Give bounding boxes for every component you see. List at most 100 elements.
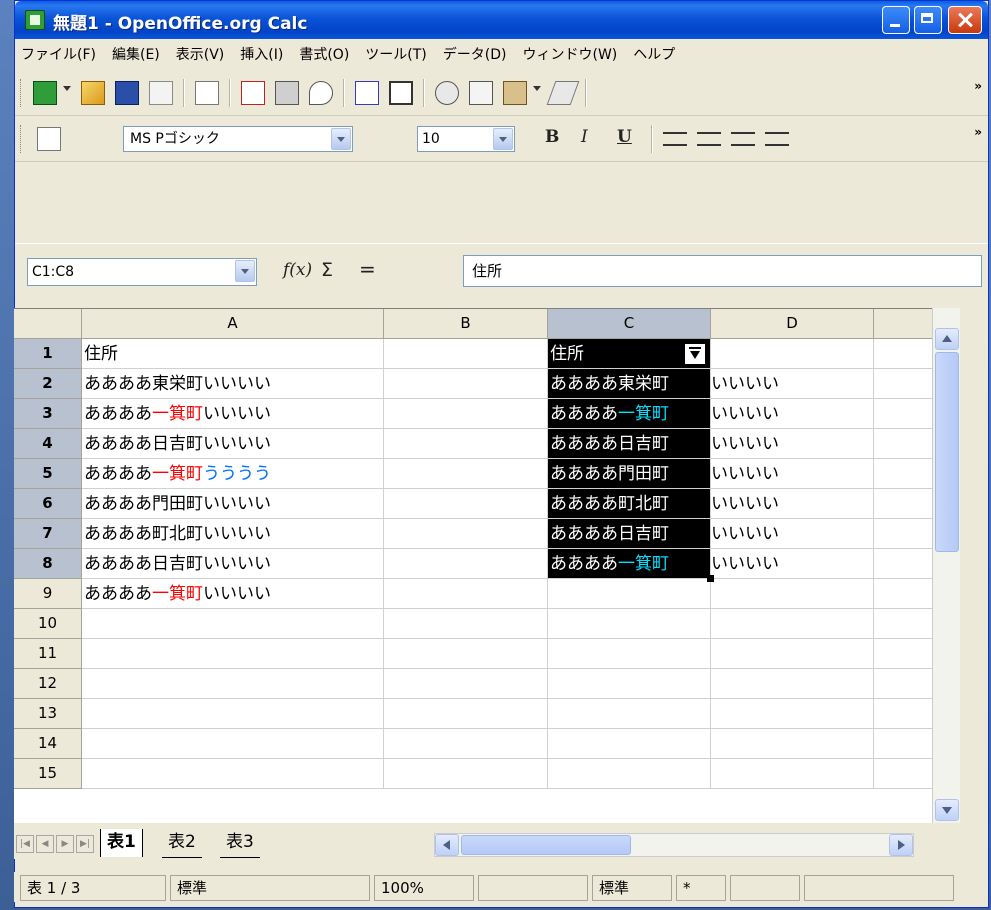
cell-d4[interactable] [711, 429, 874, 459]
cell-a7[interactable]: ああああ町北町いいいい [82, 519, 384, 549]
cell-e11[interactable] [874, 639, 932, 669]
cell-e13[interactable] [874, 699, 932, 729]
cell-c5[interactable]: ああああ門田町 いいいい [548, 459, 779, 489]
cell-e2[interactable] [874, 369, 932, 399]
cell-c14[interactable] [548, 729, 711, 759]
row-header-6[interactable]: 6 [14, 489, 82, 519]
cell-e6[interactable] [874, 489, 932, 519]
cell-b6[interactable] [384, 489, 548, 519]
row-header-9[interactable]: 9 [14, 579, 82, 609]
cell-a10[interactable] [82, 609, 384, 639]
row-header-8[interactable]: 8 [14, 549, 82, 579]
cell-e3[interactable] [874, 399, 932, 429]
scroll-down-button[interactable] [935, 799, 959, 821]
row-header-10[interactable]: 10 [14, 609, 82, 639]
menu-help[interactable]: ヘルプ [625, 39, 683, 71]
copy-icon[interactable] [469, 81, 493, 105]
cell-e4[interactable] [874, 429, 932, 459]
status-zoom[interactable]: 100% [374, 875, 474, 901]
status-insert-mode[interactable]: 標準 [592, 875, 672, 901]
cell-c15[interactable] [548, 759, 711, 789]
autofilter-dropdown-icon[interactable] [684, 343, 706, 365]
edit-file-icon[interactable] [195, 81, 219, 105]
column-header-b[interactable]: B [384, 309, 548, 339]
prev-sheet-button[interactable]: ◀ [36, 835, 54, 853]
cell-a3[interactable]: ああああ一箕町いいいい [82, 399, 384, 429]
menu-insert[interactable]: 挿入(I) [232, 39, 291, 71]
cell-c9[interactable] [548, 579, 711, 609]
row-header-5[interactable]: 5 [14, 459, 82, 489]
paste-dropdown-arrow[interactable] [533, 86, 541, 91]
maximize-button[interactable] [914, 6, 942, 34]
underline-button[interactable]: U [617, 127, 632, 147]
toolbar-grip[interactable] [20, 125, 24, 153]
email-icon[interactable] [149, 81, 173, 105]
first-sheet-button[interactable]: |◀ [16, 835, 34, 853]
cell-e1[interactable] [874, 339, 932, 369]
menu-file[interactable]: ファイル(F) [15, 39, 104, 71]
fill-handle[interactable] [707, 575, 714, 582]
cell-d5[interactable] [711, 459, 874, 489]
paste-icon[interactable] [503, 81, 527, 105]
cell-c10[interactable] [548, 609, 711, 639]
spreadsheet-grid[interactable]: ABCD 1 2 3 4 5 6 7 8 9 10 11 12 13 14 15 住所 住所 ああああ東栄町いい… [14, 308, 932, 824]
cell-e10[interactable] [874, 609, 932, 639]
horizontal-scroll-thumb[interactable] [461, 835, 631, 855]
cell-d11[interactable] [711, 639, 874, 669]
cell-c2[interactable]: ああああ東栄町 いいいい [548, 369, 779, 399]
cell-b4[interactable] [384, 429, 548, 459]
row-header-12[interactable]: 12 [14, 669, 82, 699]
cell-b2[interactable] [384, 369, 548, 399]
cell-a5[interactable]: ああああ一箕町うううう [82, 459, 384, 489]
row-header-1[interactable]: 1 [14, 339, 82, 369]
font-size-dropdown-icon[interactable] [493, 128, 513, 150]
status-page-style[interactable]: 標準 [170, 875, 370, 901]
cell-d1[interactable] [711, 339, 874, 369]
spellcheck-icon[interactable] [355, 81, 379, 105]
cell-c6[interactable]: ああああ町北町 いいいい [548, 489, 779, 519]
menu-tools[interactable]: ツール(T) [357, 39, 434, 71]
cell-a2[interactable]: ああああ東栄町いいいい [82, 369, 384, 399]
align-left-icon[interactable] [663, 132, 687, 146]
sheet-tab-1[interactable]: 表1 [100, 829, 143, 857]
cell-b12[interactable] [384, 669, 548, 699]
sum-button[interactable]: Σ [321, 259, 333, 281]
cell-b5[interactable] [384, 459, 548, 489]
column-header-e[interactable] [874, 309, 932, 339]
cell-d7[interactable] [711, 519, 874, 549]
export-pdf-icon[interactable] [241, 81, 265, 105]
last-sheet-button[interactable]: ▶| [76, 835, 94, 853]
formula-input[interactable]: 住所 [463, 255, 982, 287]
title-bar[interactable]: 無題1 - OpenOffice.org Calc [15, 1, 988, 39]
cell-b11[interactable] [384, 639, 548, 669]
cell-e12[interactable] [874, 669, 932, 699]
toolbar-grip[interactable] [20, 79, 24, 107]
row-header-2[interactable]: 2 [14, 369, 82, 399]
cell-b7[interactable] [384, 519, 548, 549]
cell-c1[interactable]: 住所 [548, 339, 711, 369]
row-header-15[interactable]: 15 [14, 759, 82, 789]
cell-b14[interactable] [384, 729, 548, 759]
bold-button[interactable]: B [545, 127, 559, 147]
cell-e9[interactable] [874, 579, 932, 609]
cell-a1[interactable]: 住所 [82, 339, 384, 369]
cell-d9[interactable] [711, 579, 874, 609]
vertical-scroll-thumb[interactable] [935, 352, 959, 552]
row-header-11[interactable]: 11 [14, 639, 82, 669]
select-all-corner[interactable] [14, 309, 82, 339]
cut-icon[interactable] [435, 81, 459, 105]
cell-a13[interactable] [82, 699, 384, 729]
cell-b8[interactable] [384, 549, 548, 579]
row-header-7[interactable]: 7 [14, 519, 82, 549]
cell-c7[interactable]: ああああ日吉町 いいいい [548, 519, 779, 549]
cell-b9[interactable] [384, 579, 548, 609]
font-size-select[interactable]: 10 [417, 126, 515, 152]
cell-c13[interactable] [548, 699, 711, 729]
print-preview-icon[interactable] [309, 81, 333, 105]
cell-a11[interactable] [82, 639, 384, 669]
menu-data[interactable]: データ(D) [435, 39, 515, 71]
cell-e8[interactable] [874, 549, 932, 579]
cell-b3[interactable] [384, 399, 548, 429]
cell-d6[interactable] [711, 489, 874, 519]
italic-button[interactable]: I [581, 127, 588, 147]
